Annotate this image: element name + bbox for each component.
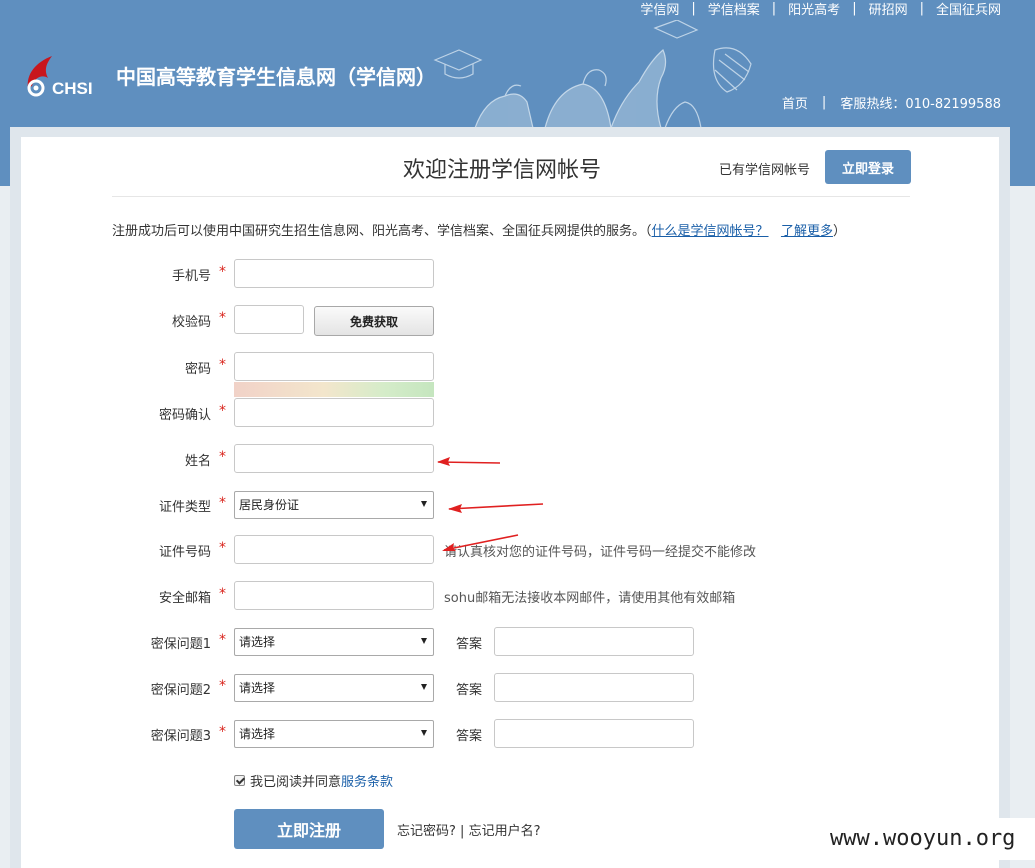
question1-value: 请选择 xyxy=(239,635,276,649)
intro-text: 注册成功后可以使用中国研究生招生信息网、阳光高考、学信档案、全国征兵网提供的服务… xyxy=(112,220,846,239)
required-mark: * xyxy=(219,724,226,740)
question2-value: 请选择 xyxy=(239,681,276,695)
required-mark: * xyxy=(219,310,226,326)
code-label: 校验码 xyxy=(171,315,211,330)
required-mark: * xyxy=(219,495,226,511)
annotation-arrow-icon xyxy=(442,534,519,551)
answer2-label: 答案 xyxy=(456,683,483,698)
intro-prefix: 注册成功后可以使用中国研究生招生信息网、阳光高考、学信档案、全国征兵网提供的服务… xyxy=(112,224,652,239)
required-mark: * xyxy=(219,632,226,648)
required-mark: * xyxy=(219,586,226,602)
agree-row: 我已阅读并同意 服务条款 xyxy=(234,771,393,790)
question1-label: 密保问题1 xyxy=(150,637,211,652)
answer2-input[interactable] xyxy=(494,673,694,702)
forgot-separator: | xyxy=(460,824,465,839)
graduation-illustration xyxy=(415,19,760,129)
forgot-links: 忘记密码? | 忘记用户名? xyxy=(397,820,540,839)
top-nav-separator: | xyxy=(852,0,857,16)
top-nav-link-archive[interactable]: 学信档案 xyxy=(708,0,760,18)
name-input[interactable] xyxy=(234,444,434,473)
site-logo[interactable]: CHSI 中国高等教育学生信息网（学信网） xyxy=(22,52,436,98)
chevron-down-icon xyxy=(421,684,427,690)
watermark-text: www.wooyun.org xyxy=(824,818,1035,860)
learn-more-link[interactable]: 了解更多 xyxy=(781,224,833,239)
header-separator: | xyxy=(821,95,827,110)
code-input[interactable] xyxy=(234,305,304,334)
top-nav-link-gaokao[interactable]: 阳光高考 xyxy=(788,0,840,18)
id-type-value: 居民身份证 xyxy=(239,498,300,512)
question1-select[interactable]: 请选择 xyxy=(234,628,434,656)
answer1-input[interactable] xyxy=(494,627,694,656)
logo-mark-text: CHSI xyxy=(52,79,93,98)
site-name: 中国高等教育学生信息网（学信网） xyxy=(116,64,436,89)
required-mark: * xyxy=(219,264,226,280)
chevron-down-icon xyxy=(421,638,427,644)
name-label: 姓名 xyxy=(184,454,211,469)
agree-text: 我已阅读并同意 xyxy=(250,775,342,790)
id-number-input[interactable] xyxy=(234,535,434,564)
forgot-username-link[interactable]: 忘记用户名? xyxy=(469,824,541,839)
question2-select[interactable]: 请选择 xyxy=(234,674,434,702)
required-mark: * xyxy=(219,449,226,465)
question3-select[interactable]: 请选择 xyxy=(234,720,434,748)
password-confirm-label: 密码确认 xyxy=(158,408,211,423)
password-label: 密码 xyxy=(184,362,211,377)
top-nav-link-yz[interactable]: 研招网 xyxy=(869,0,908,18)
required-mark: * xyxy=(219,540,226,556)
page-title: 欢迎注册学信网帐号 xyxy=(403,158,602,183)
forgot-password-link[interactable]: 忘记密码? xyxy=(397,824,456,839)
have-account-text: 已有学信网帐号 xyxy=(719,163,811,178)
required-mark: * xyxy=(219,403,226,419)
email-label: 安全邮箱 xyxy=(158,591,211,606)
email-hint: sohu邮箱无法接收本网邮件，请使用其他有效邮箱 xyxy=(444,591,736,606)
chsi-logo-icon: CHSI xyxy=(22,52,104,98)
answer3-label: 答案 xyxy=(456,729,483,744)
home-link[interactable]: 首页 xyxy=(782,93,808,112)
top-nav-separator: | xyxy=(919,0,924,16)
annotation-arrow-icon xyxy=(448,503,544,513)
id-type-select[interactable]: 居民身份证 xyxy=(234,491,434,519)
what-is-account-link[interactable]: 什么是学信网帐号？ xyxy=(652,224,769,239)
answer1-label: 答案 xyxy=(456,637,483,652)
password-strength-bar xyxy=(234,382,434,397)
chevron-down-icon xyxy=(421,501,427,507)
login-button[interactable]: 立即登录 xyxy=(825,150,911,184)
required-mark: * xyxy=(219,678,226,694)
top-nav-separator: | xyxy=(691,0,696,16)
header-right: 首页 | 客服热线：010-82199588 xyxy=(782,93,1001,112)
email-input[interactable] xyxy=(234,581,434,610)
chevron-down-icon xyxy=(421,730,427,736)
top-nav-separator: | xyxy=(771,0,777,16)
top-nav: 学信网 | 学信档案 | 阳光高考 | 研招网 | 全国征兵网 xyxy=(640,0,1001,18)
id-number-label: 证件号码 xyxy=(158,545,211,560)
hotline-text: 客服热线：010-82199588 xyxy=(840,97,1001,112)
agree-checkbox[interactable] xyxy=(234,775,245,786)
top-nav-link-zbw[interactable]: 全国征兵网 xyxy=(936,0,1001,18)
top-nav-link-chsi[interactable]: 学信网 xyxy=(640,0,679,18)
password-confirm-input[interactable] xyxy=(234,398,434,427)
question2-label: 密保问题2 xyxy=(150,683,211,698)
title-divider xyxy=(112,196,910,197)
annotation-arrow-icon xyxy=(437,457,501,466)
id-type-label: 证件类型 xyxy=(158,500,211,515)
password-input[interactable] xyxy=(234,352,434,381)
terms-link[interactable]: 服务条款 xyxy=(341,771,393,790)
register-button[interactable]: 立即注册 xyxy=(234,809,384,849)
answer3-input[interactable] xyxy=(494,719,694,748)
required-mark: * xyxy=(219,357,226,373)
get-code-button[interactable]: 免费获取 xyxy=(314,306,434,336)
question3-value: 请选择 xyxy=(239,727,276,741)
phone-input[interactable] xyxy=(234,259,434,288)
question3-label: 密保问题3 xyxy=(150,729,211,744)
phone-label: 手机号 xyxy=(171,269,211,284)
intro-suffix: ） xyxy=(832,224,846,239)
